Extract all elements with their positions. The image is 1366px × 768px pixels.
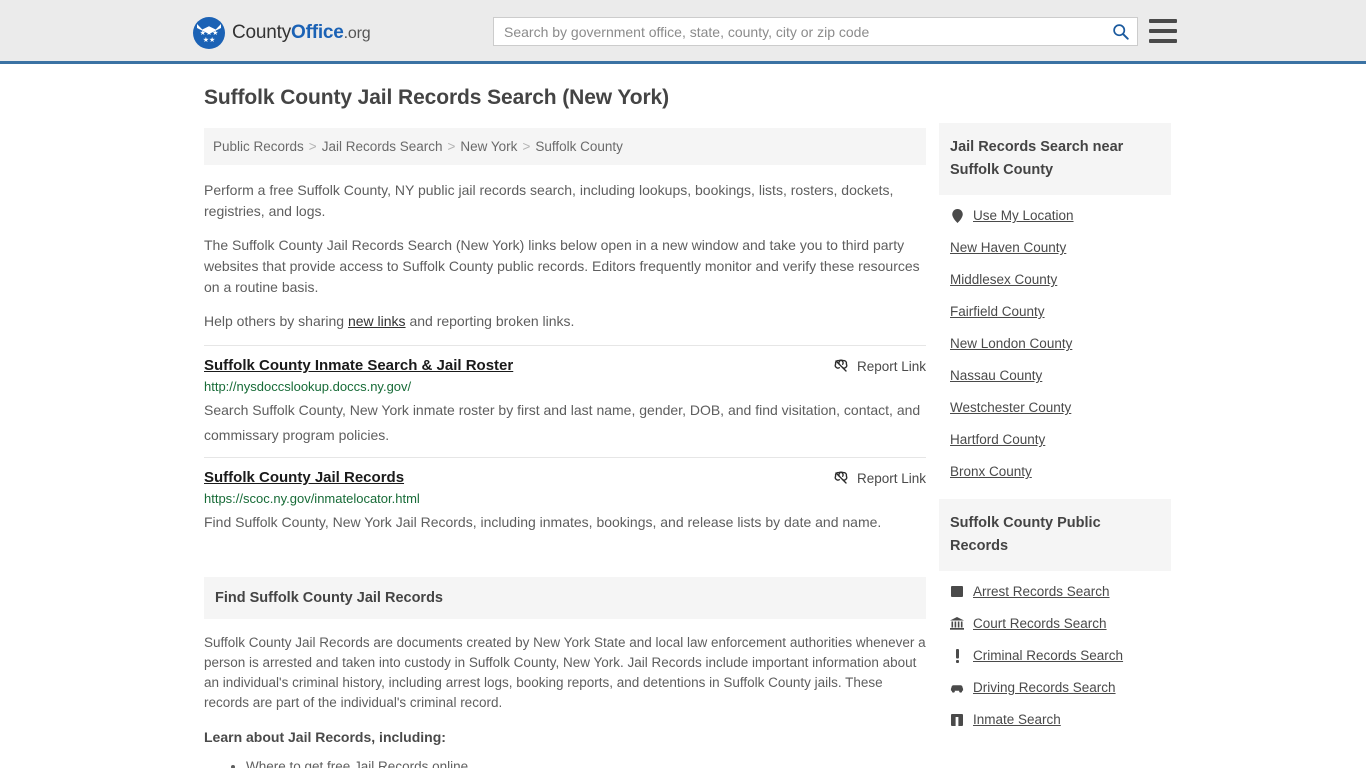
sidebar-link-label[interactable]: New Haven County [950, 240, 1066, 255]
sidebar-public-records-heading: Suffolk County Public Records [939, 499, 1171, 571]
learn-about-heading: Learn about Jail Records, including: [204, 729, 446, 745]
breadcrumb-separator: > [308, 139, 317, 154]
sidebar-link-label[interactable]: Bronx County [950, 464, 1032, 479]
sidebar-link-label[interactable]: Westchester County [950, 400, 1071, 415]
sidebar-item-arrest-records-search[interactable]: Arrest Records Search [950, 584, 1171, 599]
report-link-label: Report Link [856, 470, 926, 486]
sidebar-item-bronx-county[interactable]: Bronx County [950, 464, 1171, 479]
result-title-link[interactable]: Suffolk County Inmate Search & Jail Rost… [204, 357, 513, 374]
sidebar-item-driving-records-search[interactable]: Driving Records Search [950, 680, 1171, 695]
breadcrumb-item-3[interactable]: Suffolk County [535, 139, 623, 154]
courthouse-icon [950, 617, 964, 630]
new-links-link[interactable]: new links [348, 313, 406, 329]
site-header: ★★★ ★★ CountyOffice.org [0, 0, 1366, 64]
site-logo[interactable]: ★★★ ★★ CountyOffice.org [193, 17, 371, 49]
sidebar-link-label[interactable]: Driving Records Search [973, 680, 1116, 695]
result-item: Suffolk County Jail Records Report Link … [204, 457, 926, 535]
intro-paragraph-1: Perform a free Suffolk County, NY public… [204, 182, 894, 219]
exclamation-icon [950, 648, 964, 663]
hamburger-menu-icon[interactable] [1149, 19, 1177, 43]
sidebar-item-inmate-search[interactable]: Inmate Search [950, 712, 1171, 727]
report-link-button[interactable]: Report Link [833, 469, 926, 486]
sidebar-link-label[interactable]: Fairfield County [950, 304, 1045, 319]
car-icon [950, 683, 964, 693]
sidebar-link-label[interactable]: Nassau County [950, 368, 1042, 383]
search-input[interactable] [494, 18, 1103, 45]
eagle-seal-icon: ★★★ ★★ [193, 17, 225, 49]
search-button[interactable] [1103, 18, 1137, 45]
report-link-button[interactable]: Report Link [833, 357, 926, 374]
fingerprint-icon [950, 585, 964, 598]
share-text-before: Help others by sharing [204, 313, 348, 329]
logo-text-county: County [232, 22, 292, 43]
learn-about-list: Where to get free Jail Records online [204, 756, 926, 768]
share-text-after: and reporting broken links. [405, 313, 575, 329]
breadcrumb-item-0[interactable]: Public Records [213, 139, 304, 154]
intro-section: Perform a free Suffolk County, NY public… [204, 180, 926, 332]
result-url-link[interactable]: http://nysdoccslookup.doccs.ny.gov/ [204, 379, 926, 394]
breadcrumb: Public Records > Jail Records Search > New Y… [204, 128, 926, 165]
breadcrumb-item-1[interactable]: Jail Records Search [322, 139, 443, 154]
logo-text-office: Office [291, 22, 344, 43]
page-title: Suffolk County Jail Records Search (New … [204, 86, 670, 109]
sidebar-public-records-list: Arrest Records Search Court Records Sear… [939, 571, 1171, 727]
logo-text-org: .org [343, 25, 371, 42]
result-item: Suffolk County Inmate Search & Jail Rost… [204, 345, 926, 448]
find-records-paragraph: Suffolk County Jail Records are document… [204, 635, 926, 710]
sidebar-link-label[interactable]: Arrest Records Search [973, 584, 1110, 599]
result-description: Find Suffolk County, New York Jail Recor… [204, 514, 882, 530]
result-header: Suffolk County Jail Records Report Link [204, 469, 926, 486]
sidebar-link-label[interactable]: Hartford County [950, 432, 1045, 447]
sidebar: Jail Records Search near Suffolk County … [939, 123, 1171, 744]
sidebar-item-westchester-county[interactable]: Westchester County [950, 400, 1171, 415]
sidebar-item-new-london-county[interactable]: New London County [950, 336, 1171, 351]
search-bar [493, 17, 1138, 46]
sidebar-link-label[interactable]: Use My Location [973, 208, 1074, 223]
sidebar-link-label[interactable]: Criminal Records Search [973, 648, 1123, 663]
result-description: Search Suffolk County, New York inmate r… [204, 402, 921, 443]
sidebar-near-list: Use My Location New Haven County Middles… [939, 195, 1171, 479]
logo-wordmark: CountyOffice.org [232, 22, 371, 44]
map-pin-icon [950, 208, 964, 223]
result-title-link[interactable]: Suffolk County Jail Records [204, 469, 404, 486]
sidebar-item-new-haven-county[interactable]: New Haven County [950, 240, 1171, 255]
result-url-link[interactable]: https://scoc.ny.gov/inmatelocator.html [204, 491, 926, 506]
jail-icon [950, 713, 964, 726]
list-item: Where to get free Jail Records online [246, 756, 926, 768]
sidebar-item-court-records-search[interactable]: Court Records Search [950, 616, 1171, 631]
intro-paragraph-2: The Suffolk County Jail Records Search (… [204, 237, 920, 295]
breadcrumb-separator: > [522, 139, 531, 154]
unlink-icon [834, 471, 848, 484]
sidebar-link-label[interactable]: Inmate Search [973, 712, 1061, 727]
unlink-icon [834, 359, 848, 372]
sidebar-item-nassau-county[interactable]: Nassau County [950, 368, 1171, 383]
find-records-body: Suffolk County Jail Records are document… [204, 619, 926, 768]
main-content: Suffolk County Jail Records Search (New … [204, 86, 926, 768]
sidebar-item-criminal-records-search[interactable]: Criminal Records Search [950, 648, 1171, 663]
breadcrumb-item-2[interactable]: New York [460, 139, 517, 154]
breadcrumb-separator: > [447, 139, 456, 154]
sidebar-link-label[interactable]: Middlesex County [950, 272, 1057, 287]
sidebar-item-use-my-location[interactable]: Use My Location [950, 208, 1171, 223]
sidebar-item-middlesex-county[interactable]: Middlesex County [950, 272, 1171, 287]
intro-paragraph-3: Help others by sharing new links and rep… [204, 311, 926, 332]
sidebar-item-fairfield-county[interactable]: Fairfield County [950, 304, 1171, 319]
result-header: Suffolk County Inmate Search & Jail Rost… [204, 357, 926, 374]
sidebar-link-label[interactable]: Court Records Search [973, 616, 1107, 631]
search-icon [1112, 24, 1129, 40]
sidebar-near-heading: Jail Records Search near Suffolk County [939, 123, 1171, 195]
sidebar-item-hartford-county[interactable]: Hartford County [950, 432, 1171, 447]
sidebar-link-label[interactable]: New London County [950, 336, 1072, 351]
report-link-label: Report Link [856, 358, 926, 374]
find-records-heading: Find Suffolk County Jail Records [204, 577, 926, 619]
